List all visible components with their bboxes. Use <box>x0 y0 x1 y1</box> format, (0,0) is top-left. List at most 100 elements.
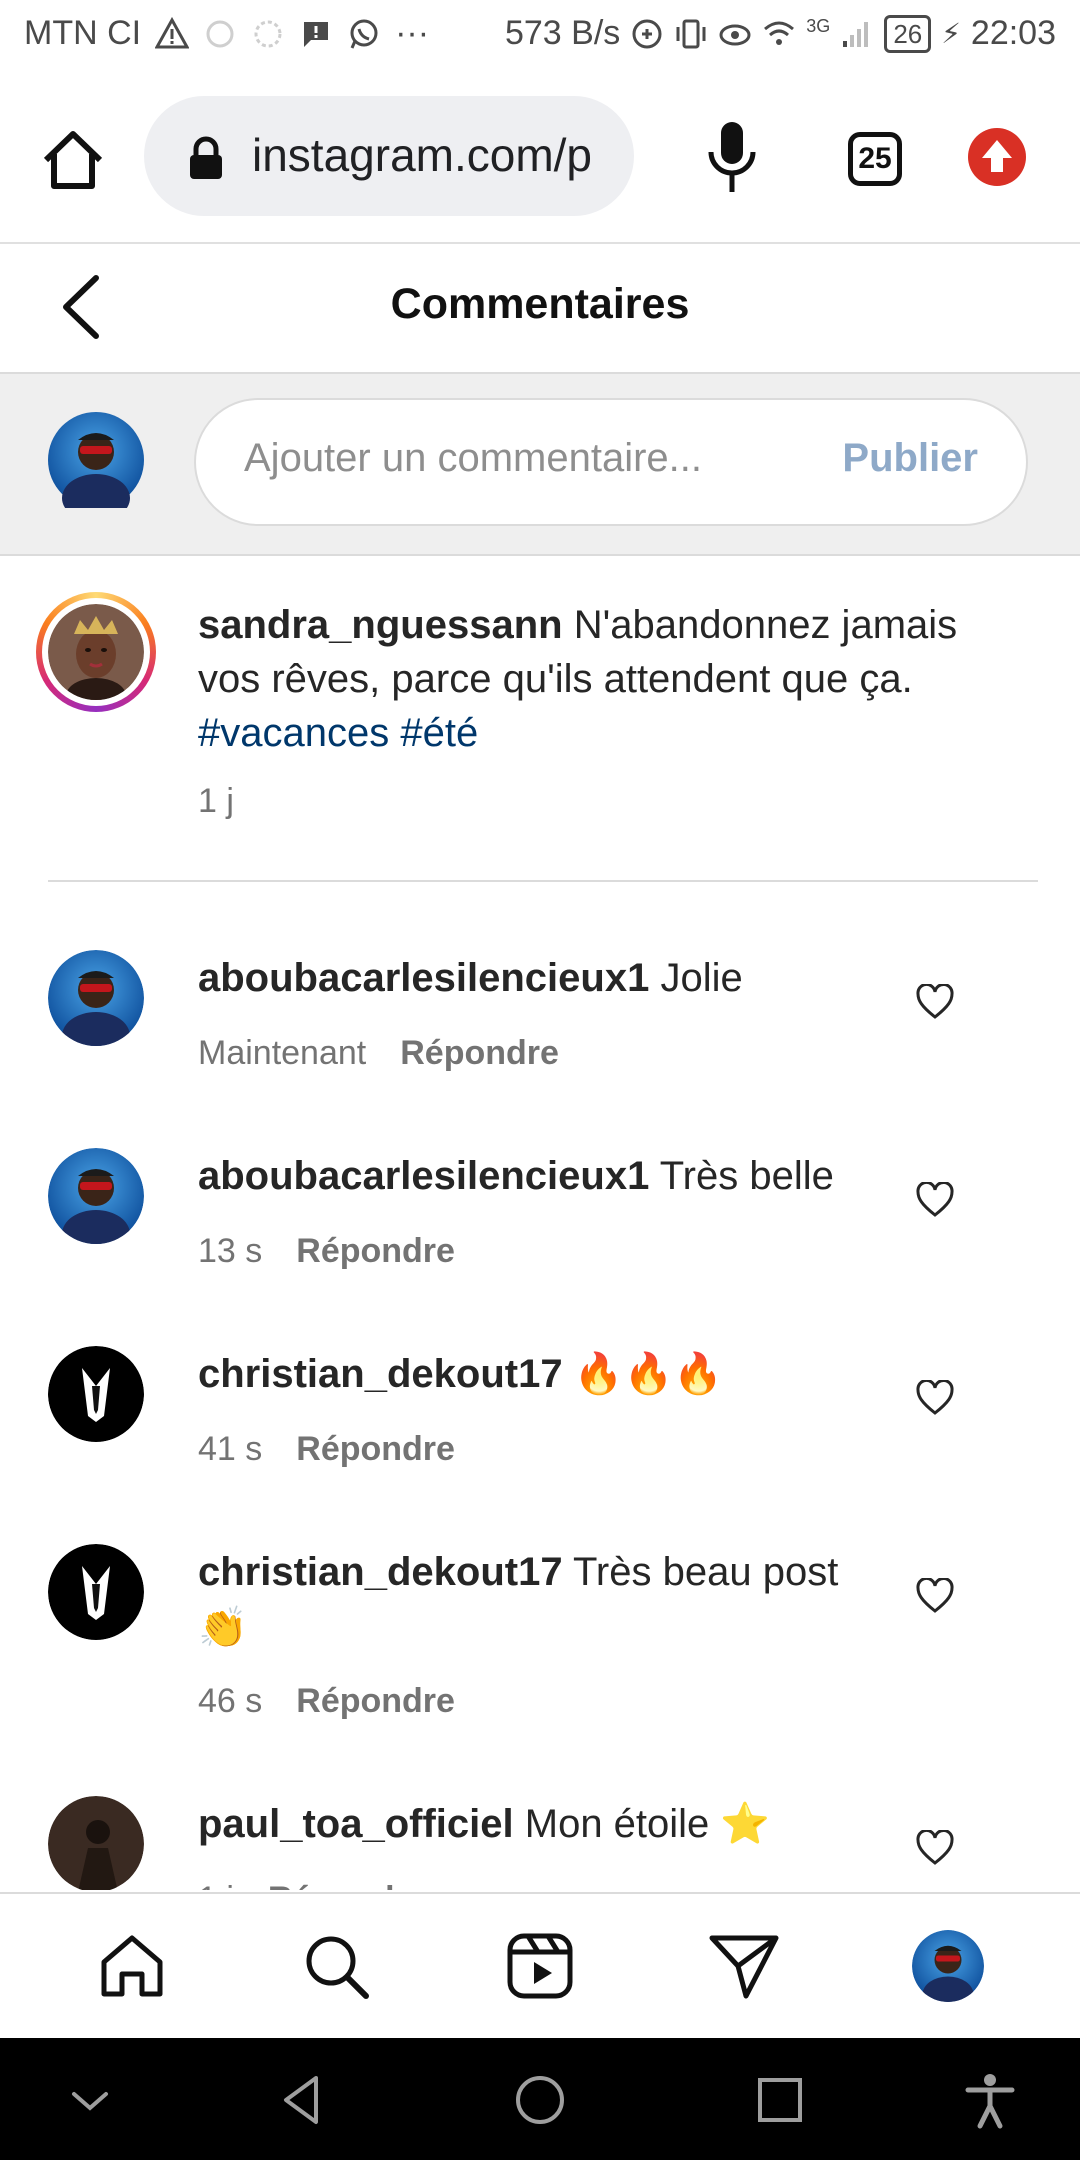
avatar[interactable] <box>48 1796 144 1890</box>
comment-text: paul_toa_officiel Mon étoile ⭐ <box>198 1796 878 1852</box>
message-icon <box>304 21 329 47</box>
search-icon[interactable] <box>300 1930 372 2002</box>
whatsapp-icon <box>350 19 378 49</box>
carrier-label: MTN CI <box>24 14 142 52</box>
eye-comfort-icon <box>719 24 751 45</box>
status-bar-left: MTN CI ··· <box>24 14 429 53</box>
microphone-icon[interactable] <box>702 118 762 198</box>
divider <box>48 880 1038 882</box>
browser-toolbar: instagram.com/p 25 <box>0 76 1080 244</box>
comment-timestamp: Maintenant <box>198 1034 367 1072</box>
publish-button[interactable]: Publier <box>842 436 978 481</box>
avatar[interactable] <box>48 1346 144 1442</box>
comment-meta: 1 j Répondre <box>198 1880 427 1890</box>
comment-item: paul_toa_officiel Mon étoile ⭐ 1 j Répond… <box>0 1796 1080 1890</box>
comment-body: Jolie <box>660 956 743 1000</box>
comment-meta: 46 s Répondre <box>198 1682 455 1721</box>
warning-icon <box>155 16 190 48</box>
comment-item: aboubacarlesilencieux1 Très belle 13 s Ré… <box>0 1148 1080 1298</box>
chevron-down-icon[interactable] <box>60 2070 120 2130</box>
home-circle-icon[interactable] <box>510 2070 570 2130</box>
page-title: Commentaires <box>390 280 690 328</box>
battery-indicator: 26 <box>884 14 932 53</box>
story-ring-inner <box>42 598 150 706</box>
comment-timestamp: 41 s <box>198 1430 263 1468</box>
comment-item: aboubacarlesilencieux1 Jolie Maintenant R… <box>0 950 1080 1100</box>
hashtag-link[interactable]: #vacances <box>198 711 389 755</box>
comment-timestamp: 13 s <box>198 1232 263 1270</box>
comment-body: Très belle <box>659 1154 834 1198</box>
vibrate-icon <box>676 19 706 48</box>
status-bar: MTN CI ··· 573 B/s 3G 26 ⚡ 22:03 <box>0 0 1080 76</box>
comment-timestamp: 1 j <box>198 1880 234 1890</box>
data-saver-icon <box>632 19 662 48</box>
app-notification-icon <box>206 20 234 47</box>
more-notifications-icon: ··· <box>395 14 430 52</box>
arrow-up-icon <box>982 140 1012 172</box>
tab-switcher-button[interactable]: 25 <box>848 132 902 186</box>
recents-square-icon[interactable] <box>750 2070 810 2130</box>
home-icon[interactable] <box>96 1930 168 2002</box>
comments-header: Commentaires <box>0 242 1080 374</box>
update-badge[interactable] <box>968 128 1026 186</box>
caption-timestamp: 1 j <box>198 782 234 820</box>
comment-username[interactable]: aboubacarlesilencieux1 <box>198 1154 649 1198</box>
comment-username[interactable]: paul_toa_officiel <box>198 1802 514 1846</box>
avatar[interactable] <box>48 950 144 1046</box>
net-speed: 573 B/s <box>504 14 621 52</box>
comment-text: christian_dekout17 🔥🔥🔥 <box>198 1346 878 1402</box>
bottom-navigation <box>0 1892 1080 2040</box>
comment-text: aboubacarlesilencieux1 Très belle <box>198 1148 878 1204</box>
comment-meta: 41 s Répondre <box>198 1430 455 1469</box>
comment-username[interactable]: christian_dekout17 <box>198 1352 563 1396</box>
reply-button[interactable]: Répondre <box>400 1034 559 1072</box>
direct-message-icon[interactable] <box>708 1930 780 2002</box>
like-heart-icon[interactable] <box>916 1578 954 1614</box>
comment-item: christian_dekout17 Très beau post 👏 46 s… <box>0 1544 1080 1744</box>
like-heart-icon[interactable] <box>916 1182 954 1218</box>
comment-meta: Maintenant Répondre <box>198 1034 559 1073</box>
profile-avatar[interactable] <box>912 1930 984 2002</box>
reply-button[interactable]: Répondre <box>268 1880 427 1890</box>
avatar <box>48 604 144 700</box>
reply-button[interactable]: Répondre <box>296 1682 455 1720</box>
avatar <box>48 412 144 522</box>
comment-composer: Ajouter un commentaire... Publier <box>0 374 1080 556</box>
comment-body: 🔥🔥🔥 <box>573 1352 724 1396</box>
comment-input-placeholder: Ajouter un commentaire... <box>244 436 702 480</box>
charging-icon: ⚡ <box>941 18 961 49</box>
comment-input[interactable]: Ajouter un commentaire... Publier <box>194 398 1028 526</box>
url-text: instagram.com/p <box>252 129 593 181</box>
comment-text: aboubacarlesilencieux1 Jolie <box>198 950 878 1006</box>
story-ring[interactable] <box>36 592 156 712</box>
reply-button[interactable]: Répondre <box>296 1430 455 1468</box>
system-navigation-bar <box>0 2038 1080 2160</box>
hashtag-link[interactable]: #été <box>400 711 478 755</box>
like-heart-icon[interactable] <box>916 984 954 1020</box>
reply-button[interactable]: Répondre <box>296 1232 455 1270</box>
back-triangle-icon[interactable] <box>272 2070 332 2130</box>
comment-timestamp: 46 s <box>198 1682 263 1720</box>
clock: 22:03 <box>970 14 1056 52</box>
wifi-icon <box>764 21 795 45</box>
comment-body: Mon étoile ⭐ <box>524 1802 771 1846</box>
caption-text: sandra_nguessann N'abandonnez jamais vos… <box>198 598 998 760</box>
signal-icon <box>843 21 869 47</box>
browser-home-icon[interactable] <box>38 126 108 196</box>
accessibility-icon[interactable] <box>960 2070 1020 2130</box>
address-bar[interactable]: instagram.com/p <box>144 96 634 216</box>
comment-username[interactable]: christian_dekout17 <box>198 1550 563 1594</box>
comment-text: christian_dekout17 Très beau post 👏 <box>198 1544 898 1656</box>
avatar[interactable] <box>48 1148 144 1244</box>
comment-username[interactable]: aboubacarlesilencieux1 <box>198 956 649 1000</box>
network-type: 3G <box>806 16 831 36</box>
comment-item: christian_dekout17 🔥🔥🔥 41 s Répondre <box>0 1346 1080 1496</box>
status-bar-right: 573 B/s 3G 26 ⚡ 22:03 <box>505 14 1056 53</box>
like-heart-icon[interactable] <box>916 1830 954 1866</box>
avatar[interactable] <box>48 1544 144 1640</box>
caption-username[interactable]: sandra_nguessann <box>198 603 563 647</box>
comment-meta: 13 s Répondre <box>198 1232 455 1271</box>
lock-icon <box>190 136 222 179</box>
like-heart-icon[interactable] <box>916 1380 954 1416</box>
reels-icon[interactable] <box>504 1930 576 2002</box>
